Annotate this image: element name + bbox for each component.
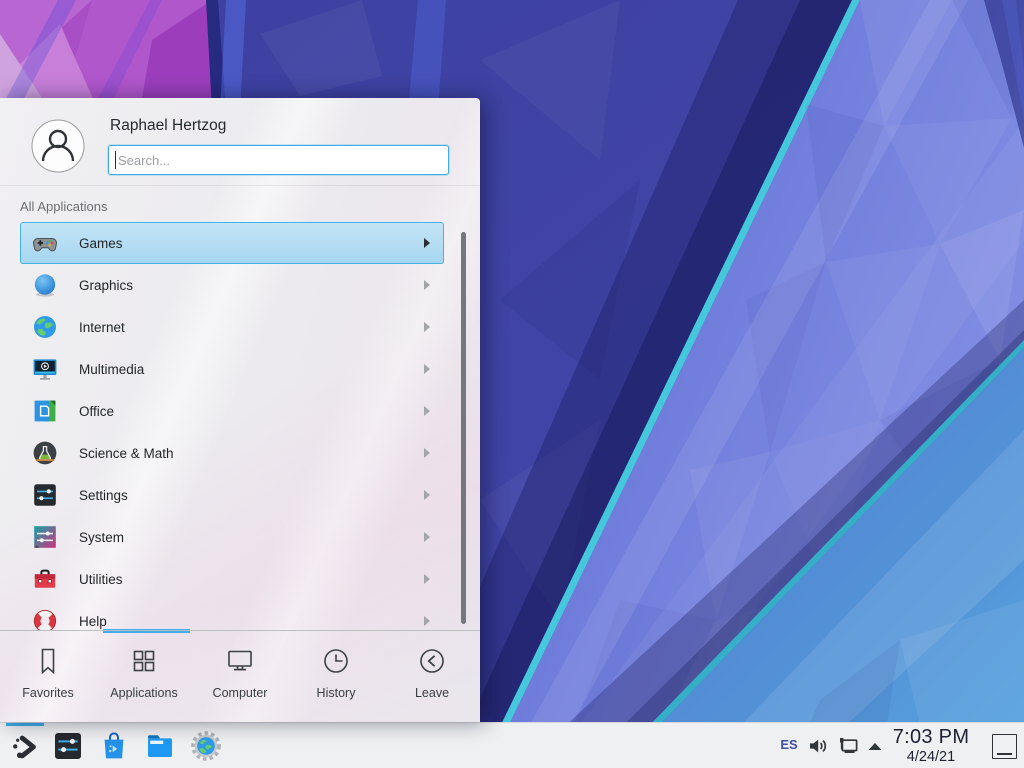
- submenu-arrow-icon: [424, 532, 430, 542]
- submenu-arrow-icon: [424, 490, 430, 500]
- clock-date: 4/24/21: [884, 749, 978, 766]
- system-settings-icon[interactable]: [52, 730, 84, 762]
- tab-history[interactable]: History: [288, 631, 384, 722]
- app-launcher-button[interactable]: [4, 723, 46, 768]
- web-browser-icon[interactable]: [190, 730, 222, 762]
- tab-favorites[interactable]: Favorites: [0, 631, 96, 722]
- category-label: Office: [79, 404, 114, 419]
- tab-label: Computer: [213, 686, 268, 700]
- launcher-tab-bar: Favorites Applications Computer: [0, 630, 480, 722]
- leave-icon: [416, 645, 448, 677]
- search-input[interactable]: [108, 145, 449, 175]
- text-cursor: [115, 151, 116, 169]
- user-avatar-icon[interactable]: [31, 119, 85, 173]
- keyboard-layout-indicator[interactable]: ES: [776, 737, 802, 752]
- category-row-office[interactable]: Office: [20, 390, 444, 432]
- tab-label: Favorites: [22, 686, 73, 700]
- discover-store-icon[interactable]: [98, 730, 130, 762]
- kde-launcher-icon: [10, 732, 40, 762]
- submenu-arrow-icon: [424, 448, 430, 458]
- submenu-arrow-icon: [424, 364, 430, 374]
- bookmark-icon: [32, 645, 64, 677]
- volume-icon[interactable]: [806, 734, 830, 758]
- submenu-arrow-icon: [424, 616, 430, 626]
- category-label: System: [79, 530, 124, 545]
- globe-icon: [32, 314, 58, 340]
- document-icon: [32, 398, 58, 424]
- life-ring-icon: [32, 608, 58, 630]
- tab-label: History: [317, 686, 356, 700]
- taskbar-panel: ES 7:03 PM 4/24/21: [0, 722, 1024, 768]
- network-icon[interactable]: [835, 733, 861, 759]
- search-field-wrap: [108, 145, 449, 175]
- category-label: Science & Math: [79, 446, 174, 461]
- active-task-indicator: [6, 723, 44, 726]
- section-label: All Applications: [20, 199, 107, 214]
- category-row-multimedia[interactable]: Multimedia: [20, 348, 444, 390]
- category-row-science-math[interactable]: Science & Math: [20, 432, 444, 474]
- category-row-graphics[interactable]: Graphics: [20, 264, 444, 306]
- tab-label: Leave: [415, 686, 449, 700]
- launcher-header: Raphael Hertzog: [0, 98, 480, 186]
- sliders-icon: [32, 482, 58, 508]
- category-row-internet[interactable]: Internet: [20, 306, 444, 348]
- category-label: Internet: [79, 320, 125, 335]
- toolbox-icon: [32, 566, 58, 592]
- submenu-arrow-icon: [424, 280, 430, 290]
- expand-tray-caret-icon[interactable]: [867, 742, 883, 751]
- submenu-arrow-icon: [424, 322, 430, 332]
- tab-applications[interactable]: Applications: [96, 631, 192, 722]
- grid-icon: [128, 645, 160, 677]
- gamepad-icon: [32, 230, 58, 256]
- category-label: Graphics: [79, 278, 133, 293]
- digital-clock[interactable]: 7:03 PM 4/24/21: [884, 725, 978, 766]
- tab-leave[interactable]: Leave: [384, 631, 480, 722]
- category-row-utilities[interactable]: Utilities: [20, 558, 444, 600]
- monitor-play-icon: [32, 356, 58, 382]
- sphere-icon: [32, 272, 58, 298]
- category-label: Settings: [79, 488, 128, 503]
- category-label: Games: [79, 236, 123, 251]
- category-label: Multimedia: [79, 362, 144, 377]
- desktop: Raphael Hertzog All Applications Games: [0, 0, 1024, 768]
- show-desktop-button[interactable]: [992, 734, 1017, 759]
- computer-icon: [224, 645, 256, 677]
- user-name: Raphael Hertzog: [110, 117, 226, 135]
- submenu-arrow-icon: [424, 406, 430, 416]
- system-sliders-icon: [32, 524, 58, 550]
- category-row-system[interactable]: System: [20, 516, 444, 558]
- category-label: Utilities: [79, 572, 123, 587]
- category-row-help[interactable]: Help: [20, 600, 444, 630]
- clock-time: 7:03 PM: [884, 725, 978, 749]
- tab-label: Applications: [110, 686, 177, 700]
- submenu-arrow-icon: [424, 574, 430, 584]
- tab-computer[interactable]: Computer: [192, 631, 288, 722]
- kickoff-launcher-menu: Raphael Hertzog All Applications Games: [0, 98, 480, 722]
- flask-icon: [32, 440, 58, 466]
- category-row-games[interactable]: Games: [20, 222, 444, 264]
- scrollbar[interactable]: [461, 232, 466, 624]
- category-list: Games Graphics: [0, 222, 480, 630]
- category-label: Help: [79, 614, 107, 629]
- submenu-arrow-icon: [424, 238, 430, 248]
- clock-icon: [320, 645, 352, 677]
- file-manager-icon[interactable]: [144, 730, 176, 762]
- category-row-settings[interactable]: Settings: [20, 474, 444, 516]
